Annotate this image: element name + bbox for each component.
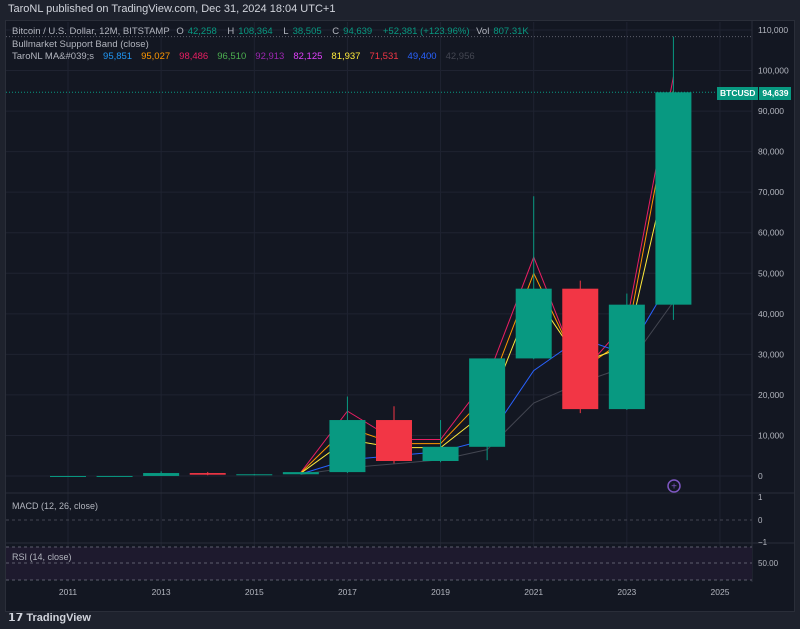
y-tick-label: 0 (758, 471, 763, 481)
tv-logo-icon: 𝟭𝟳 (8, 612, 27, 624)
low-label: L (283, 26, 289, 37)
y-tick-label: 100,000 (758, 66, 789, 76)
x-tick-label: 2021 (524, 587, 543, 597)
macd-label[interactable]: MACD (12, 26, close) (12, 501, 98, 511)
high-label: H (227, 26, 235, 37)
ma-value: 82,125 (293, 51, 323, 62)
y-tick-label: 60,000 (758, 228, 784, 238)
macd-tick-label: 1 (758, 493, 763, 502)
candle-body (655, 92, 692, 305)
y-tick-label: 40,000 (758, 309, 784, 319)
ma-value: 49,400 (407, 51, 437, 62)
price-tag-value: 94,639 (759, 87, 792, 100)
candle-body (422, 446, 459, 461)
x-tick-label: 2015 (245, 587, 264, 597)
candle-body (236, 474, 273, 476)
macd-tick-label: 0 (758, 516, 763, 525)
candle-body (562, 288, 599, 410)
candle-body (50, 475, 86, 477)
x-tick-label: 2019 (431, 587, 450, 597)
low-value: 38,505 (292, 26, 322, 37)
volume-value: 807.31K (493, 26, 529, 37)
rsi-tick-label: 50.00 (758, 559, 779, 568)
candle-body (96, 475, 133, 477)
candle-body (282, 472, 319, 475)
x-tick-label: 2013 (152, 587, 171, 597)
brand-text: TradingView (26, 612, 91, 624)
plus-icon: + (671, 482, 677, 493)
close-value: 94,639 (343, 26, 373, 37)
ma-value: 96,510 (217, 51, 247, 62)
candle-body (189, 473, 226, 475)
candle-body (143, 473, 180, 476)
change-value: +52,381 (+123.96%) (382, 26, 470, 37)
x-tick-label: 2025 (711, 587, 730, 597)
volume-label: Vol (476, 26, 490, 37)
ma-value: 95,851 (103, 51, 133, 62)
y-tick-label: 110,000 (758, 25, 788, 35)
y-tick-label: 10,000 (758, 430, 784, 440)
open-value: 42,258 (187, 26, 217, 37)
candle-body (469, 358, 506, 447)
high-value: 108,364 (238, 26, 273, 37)
tradingview-logo: 𝟭𝟳 TradingView (8, 611, 91, 624)
y-tick-label: 80,000 (758, 147, 784, 157)
open-label: O (176, 26, 184, 37)
ma-value: 98,486 (179, 51, 209, 62)
price-tag-symbol: BTCUSD (717, 87, 759, 100)
candle-body (608, 304, 645, 410)
ma-value: 42,956 (445, 51, 475, 62)
x-tick-label: 2017 (338, 587, 357, 597)
candle-body (375, 420, 412, 461)
ma-value: 81,937 (331, 51, 361, 62)
ma-value: 92,913 (255, 51, 285, 62)
y-tick-label: 50,000 (758, 268, 784, 278)
y-tick-label: 20,000 (758, 390, 784, 400)
x-tick-label: 2011 (59, 587, 78, 597)
chart-canvas[interactable]: 0 10,000 20,000 30,000 40,000 50,000 60,000 70,… (0, 0, 800, 629)
rsi-label[interactable]: RSI (14, close) (12, 552, 72, 562)
symbol-legend: Bitcoin / U.S. Dollar, 12M, BITSTAMP O 42… (12, 26, 537, 37)
close-label: C (332, 26, 340, 37)
candle-body (515, 288, 552, 359)
x-tick-label: 2023 (617, 587, 636, 597)
ma-title: TaroNL MA&#039;s (12, 51, 95, 62)
ma-value: 95,027 (141, 51, 171, 62)
ma-legend[interactable]: TaroNL MA&#039;s 95,851 95,027 98,486 96,510… (12, 51, 483, 62)
macd-tick-label: −1 (758, 538, 768, 547)
ma-value: 71,531 (369, 51, 399, 62)
y-tick-label: 30,000 (758, 349, 784, 359)
y-tick-label: 90,000 (758, 106, 784, 116)
y-tick-label: 70,000 (758, 187, 784, 197)
indicator-band-legend[interactable]: Bullmarket Support Band (close) (12, 39, 149, 50)
price-tag: BTCUSD 94,639 (717, 87, 792, 100)
candle-body (329, 420, 366, 473)
symbol-name: Bitcoin / U.S. Dollar, 12M, BITSTAMP (12, 26, 170, 37)
